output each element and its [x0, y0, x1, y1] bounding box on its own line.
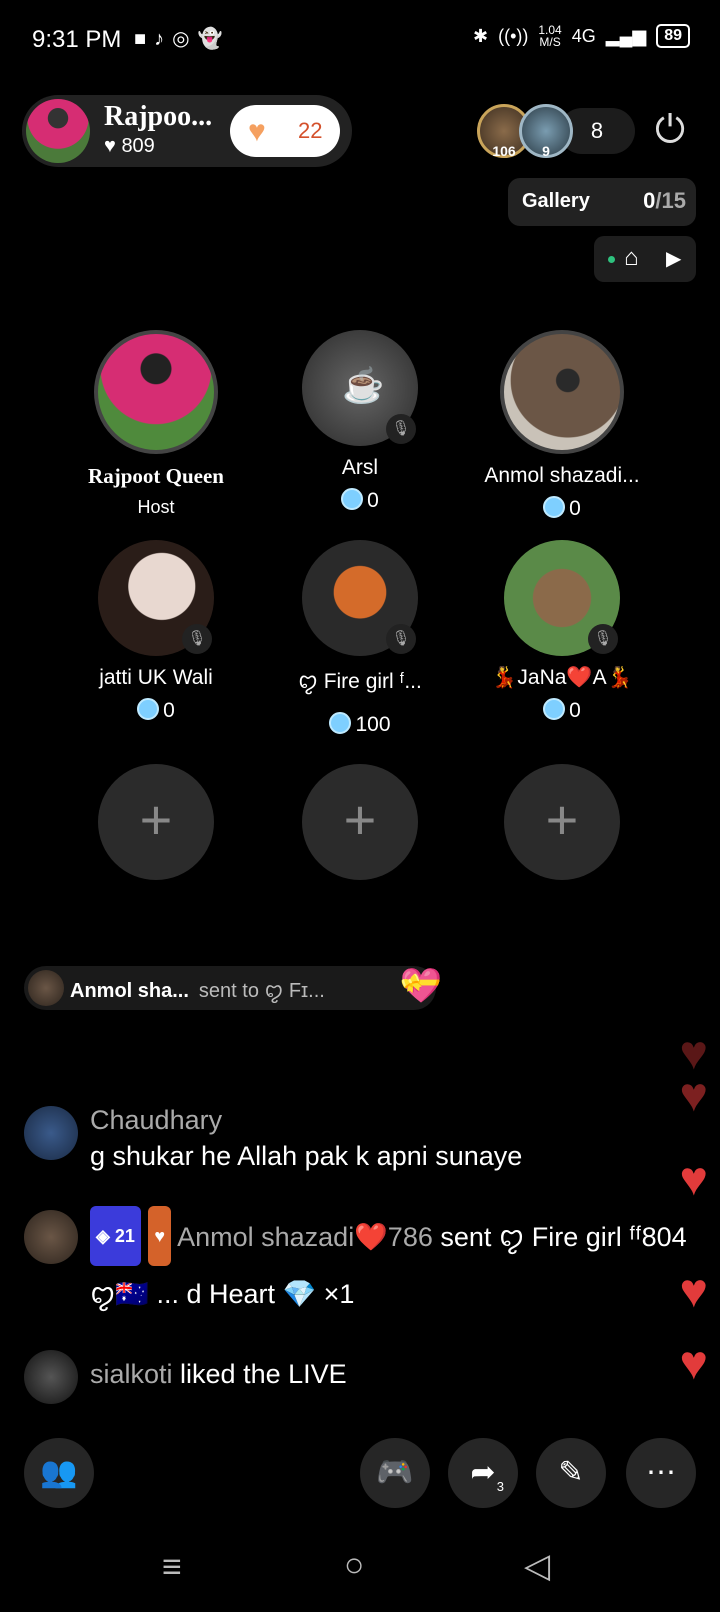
mic-off-icon: 🎙	[386, 414, 416, 444]
share-button[interactable]: ➦ 3	[448, 1438, 518, 1508]
seat-2[interactable]: ☕ 🎙 Arsl 0	[260, 330, 460, 513]
host-avatar[interactable]	[26, 99, 90, 163]
play-icon: ▶	[666, 248, 682, 270]
empty-seat[interactable]: +	[302, 764, 418, 880]
room-control[interactable]: ⌂ ▶	[594, 236, 696, 282]
mic-off-icon: 🎙	[386, 624, 416, 654]
notification-icons: ■♪◎👻	[134, 28, 231, 50]
power-icon[interactable]: ⏻	[650, 110, 690, 150]
seat-avatar[interactable]	[94, 330, 218, 454]
status-right: ✱ ((•)) 1.04 M/S 4G ▂▄▆ 89	[473, 24, 690, 48]
seat-name: jatti UK Wali	[99, 666, 213, 689]
magic-wand-icon[interactable]: ✎	[536, 1438, 606, 1508]
seat-avatar[interactable]: 🎙	[98, 540, 214, 656]
gift-text: sent to ꨄ Fɪ...	[198, 980, 325, 1002]
gift-banner: Anmol sha... sent to ꨄ Fɪ... 💝	[24, 966, 442, 1010]
chat-text: liked the LIVE	[180, 1359, 347, 1389]
viewer-avatar[interactable]: 9	[519, 104, 573, 159]
seat-avatar[interactable]: ☕ 🎙	[302, 330, 418, 446]
heart-icon: ♥	[679, 1337, 709, 1390]
host-info[interactable]: Rajpoo... ♥ 809 ♥ 22	[22, 95, 352, 167]
mic-off-icon: 🎙	[182, 624, 212, 654]
menu-icon[interactable]: ≡	[162, 1548, 182, 1587]
viewer-list[interactable]: 106 9 8	[477, 104, 635, 159]
mic-off-icon: 🎙	[588, 624, 618, 654]
home-nav-icon[interactable]: ○	[344, 1546, 365, 1585]
avatar	[28, 970, 64, 1006]
seat-name: Rajpoot Queen	[88, 464, 224, 488]
network-speed: 1.04 M/S	[538, 23, 562, 49]
status-time: 9:31 PM	[32, 26, 122, 53]
gift-heart-icon: 💝	[399, 967, 442, 1005]
avatar[interactable]	[24, 1350, 78, 1404]
heart-icon: ♥	[679, 1069, 709, 1122]
back-icon[interactable]: ◁	[524, 1546, 550, 1586]
signal-icon: ▂▄▆	[605, 25, 647, 46]
chat-username[interactable]: Anmol shazadi❤️786	[177, 1222, 433, 1252]
seat-role: Host	[137, 497, 175, 517]
level-badge: ◈ 21	[90, 1206, 141, 1266]
gem-icon	[329, 712, 352, 734]
like-button[interactable]: ♥ 22	[230, 105, 340, 157]
seat-5[interactable]: 🎙 ꨄ Fire girl ᶠ... 100	[260, 540, 460, 737]
seat-avatar[interactable]: 🎙	[302, 540, 418, 656]
status-bar: 9:31 PM ■♪◎👻 ✱ ((•)) 1.04 M/S 4G ▂▄▆ 89	[0, 0, 720, 80]
gift-sender: Anmol sha...	[70, 980, 189, 1002]
share-icon: ➦	[470, 1456, 496, 1489]
seat-avatar[interactable]	[500, 330, 624, 454]
seat-3[interactable]: Anmol shazadi... 0	[462, 330, 662, 521]
gem-icon	[341, 488, 364, 510]
heart-icon: ♥	[679, 1153, 709, 1206]
seat-4[interactable]: 🎙 jatti UK Wali 0	[56, 540, 256, 723]
coffee-icon: ☕	[342, 367, 385, 405]
gallery-count: 0/15	[643, 188, 686, 213]
chat-username[interactable]: sialkoti	[90, 1359, 173, 1389]
seat-name: Anmol shazadi...	[484, 464, 640, 487]
chat-text: g shukar he Allah pak k apni sunaye	[90, 1141, 523, 1171]
chat-message: sialkoti liked the LIVE	[24, 1350, 664, 1410]
seat-score: 0	[462, 698, 662, 723]
host-name: Rajpoo...	[104, 101, 213, 132]
heart-icon: ♥	[248, 115, 266, 148]
seat-avatar[interactable]: 🎙	[504, 540, 620, 656]
bluetooth-icon: ✱	[473, 25, 489, 46]
share-count: 3	[496, 1479, 504, 1494]
game-icon[interactable]: 🎮	[360, 1438, 430, 1508]
gem-icon	[137, 698, 160, 720]
heart-icon: ♥	[679, 1265, 709, 1318]
home-icon: ⌂	[624, 244, 639, 271]
avatar[interactable]	[24, 1106, 78, 1160]
host-likes: ♥ 809	[104, 135, 155, 157]
seat-score: 0	[56, 698, 256, 723]
seat-name: 💃JaNa❤️A💃	[491, 666, 633, 689]
heart-icon: ♥	[104, 135, 116, 157]
seat-score: 100	[260, 712, 460, 737]
seat-score: 0	[462, 496, 662, 521]
chat-message: Chaudhary g shukar he Allah pak k apni s…	[24, 1105, 664, 1171]
chat-message: ◈ 21 ♥ Anmol shazadi❤️786 sent ꨄ Fire gi…	[24, 1206, 687, 1320]
empty-seat[interactable]: +	[504, 764, 620, 880]
empty-seat[interactable]: +	[98, 764, 214, 880]
like-count: 22	[298, 118, 323, 143]
seat-6[interactable]: 🎙 💃JaNa❤️A💃 0	[462, 540, 662, 723]
fan-badge: ♥	[148, 1206, 172, 1266]
seat-name: ꨄ Fire girl ᶠ...	[298, 670, 422, 693]
gem-icon	[543, 496, 566, 518]
gem-icon	[543, 698, 566, 720]
network-type: 4G	[571, 25, 596, 46]
gallery-label: Gallery	[522, 190, 590, 212]
avatar[interactable]	[24, 1210, 78, 1264]
more-icon[interactable]: ⋯	[626, 1438, 696, 1508]
battery-icon: 89	[656, 24, 690, 48]
members-icon[interactable]: 👥	[24, 1438, 94, 1508]
seat-name: Arsl	[341, 456, 379, 479]
hotspot-icon: ((•))	[498, 25, 529, 46]
status-dot	[608, 256, 615, 263]
seat-1[interactable]: Rajpoot Queen Host	[56, 330, 256, 518]
chat-username[interactable]: Chaudhary	[90, 1102, 690, 1138]
system-nav-bar: ≡ ○ ◁	[0, 1528, 720, 1612]
seat-score: 0	[260, 488, 460, 513]
gallery-button[interactable]: Gallery 0/15	[508, 178, 696, 226]
